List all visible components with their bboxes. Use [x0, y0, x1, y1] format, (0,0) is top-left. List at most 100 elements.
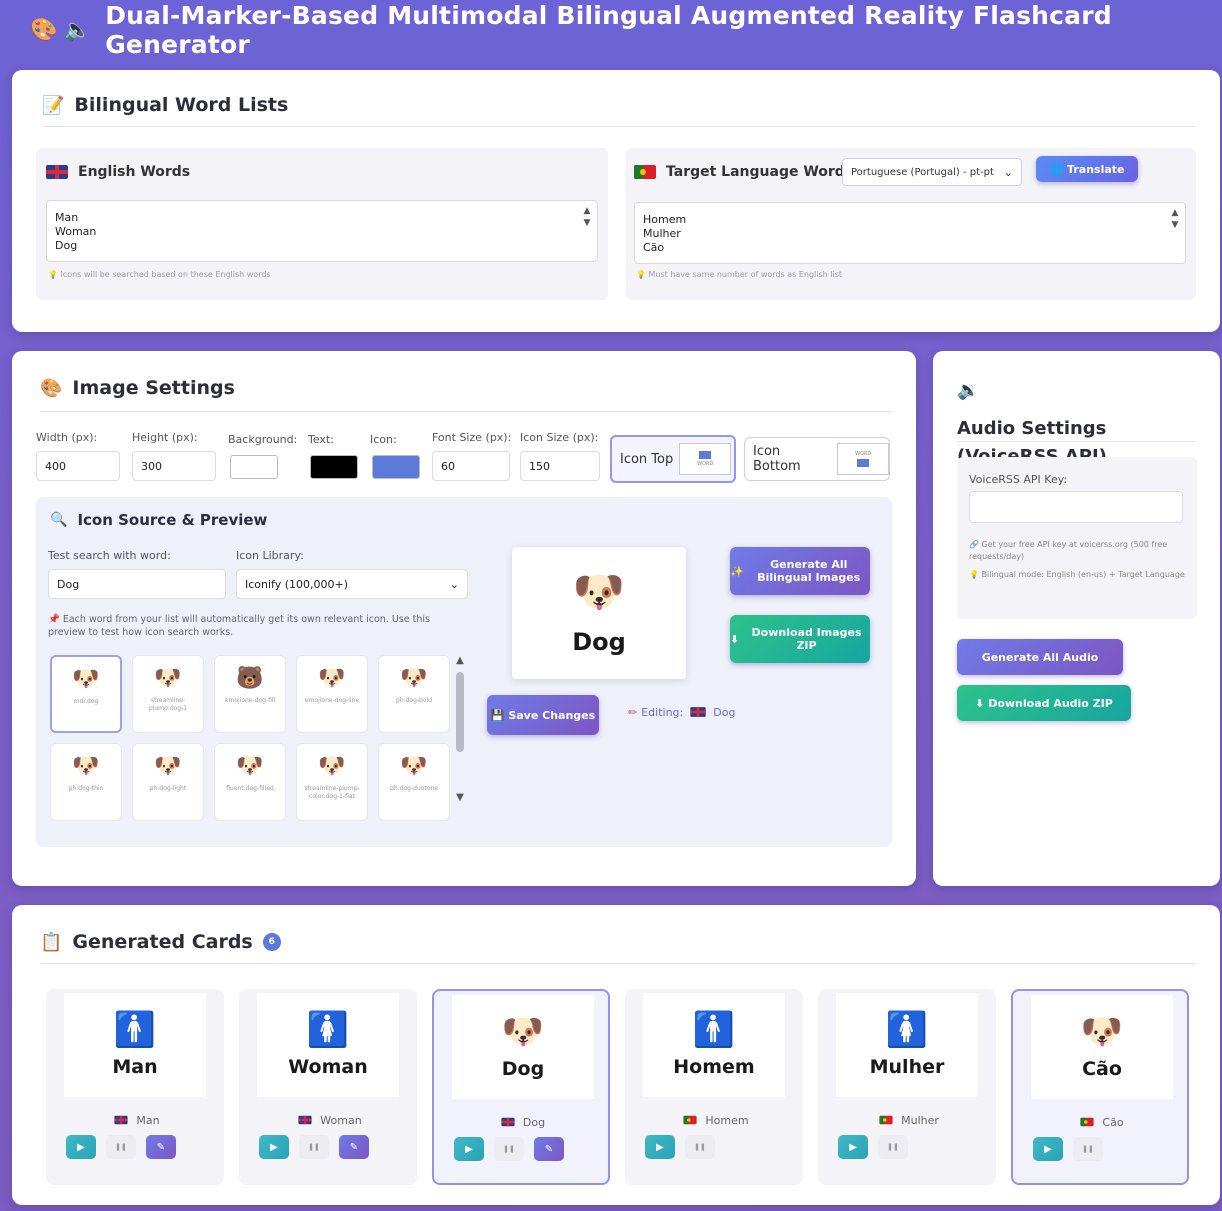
bilingual-note: 💡 Bilingual mode: English (en-us) + Targ…: [969, 569, 1187, 581]
pause-icon: ❚❚: [308, 1143, 320, 1151]
pt-flag-icon: [1080, 1117, 1095, 1127]
download-audio-label: Download Audio ZIP: [988, 696, 1113, 710]
flashcard[interactable]: 🐶 Cão Cão ▶ ❚❚: [1011, 989, 1189, 1185]
app-header: 🎨 🔈 Dual-Marker-Based Multimodal Bilingu…: [0, 0, 1222, 60]
icon-result[interactable]: 🐻 emojione-dog-fill: [214, 655, 286, 733]
api-key-input[interactable]: [969, 491, 1183, 523]
bilingual-note-text: Bilingual mode: English (en-us) + Target…: [981, 570, 1185, 579]
dog-icon: 🐶: [318, 666, 346, 691]
textarea-scrollbar[interactable]: ▲ ▼: [1169, 207, 1181, 231]
generate-images-button[interactable]: ✨ Generate All Bilingual Images: [730, 547, 870, 595]
translate-button[interactable]: 🌐 Translate: [1036, 156, 1138, 182]
text-color-picker[interactable]: [310, 455, 358, 479]
play-audio-button[interactable]: ▶: [838, 1135, 868, 1159]
english-word: Man: [55, 211, 79, 224]
scroll-thumb[interactable]: [456, 672, 464, 752]
icon-color-label: Icon:: [370, 433, 397, 446]
edit-card-button[interactable]: ✎: [339, 1135, 369, 1159]
icon-result-caption: streamline-plump-color:dog-1-flat: [304, 785, 360, 800]
download-icon: ⬇: [975, 696, 989, 710]
download-audio-button[interactable]: ⬇ Download Audio ZIP: [957, 685, 1131, 721]
icon-color-picker[interactable]: [372, 455, 420, 479]
play-audio-button[interactable]: ▶: [259, 1135, 289, 1159]
flashcard[interactable]: 🐶 Dog Dog ▶ ❚❚ ✎: [432, 989, 610, 1185]
play-audio-button[interactable]: ▶: [1033, 1137, 1063, 1161]
icon-result[interactable]: 🐶 ph:dog-bold: [378, 655, 450, 733]
floppy-icon: 💾: [490, 708, 509, 722]
english-words-textarea[interactable]: Man Woman Dog ▲ ▼: [46, 200, 598, 262]
preview-image: 🐶 Dog: [512, 547, 686, 679]
download-images-button[interactable]: ⬇ Download Images ZIP: [730, 615, 870, 663]
icon-result[interactable]: 🐶 ph:dog-duotone: [378, 743, 450, 821]
layout-icon-top[interactable]: Icon Top WORD: [610, 435, 736, 483]
font-size-input[interactable]: 60: [432, 451, 510, 481]
test-search-input[interactable]: Dog: [48, 569, 226, 599]
chevron-down-icon: ⌄: [449, 577, 459, 591]
header-icons: 🎨 🔈: [30, 18, 91, 43]
textarea-scrollbar[interactable]: ▲ ▼: [581, 205, 593, 229]
dog-icon: 🐶: [400, 666, 428, 691]
icon-result-caption: ph:dog-light: [149, 785, 187, 792]
flashcard-word: Mulher: [869, 1056, 945, 1078]
flashcard[interactable]: 🚹 Man Man ▶ ❚❚ ✎: [46, 989, 224, 1185]
audio-status-button[interactable]: ❚❚: [685, 1135, 715, 1159]
target-panel: Target Language Words Portuguese (Portug…: [626, 148, 1196, 300]
uk-flag-icon: [298, 1115, 312, 1125]
flashcard[interactable]: 🚹 Homem Homem ▶ ❚❚: [625, 989, 803, 1185]
pencil-icon: ✎: [544, 1143, 554, 1155]
generate-audio-button[interactable]: Generate All Audio: [957, 639, 1123, 675]
width-input[interactable]: 400: [36, 451, 120, 481]
audio-status-button[interactable]: ❚❚: [299, 1135, 329, 1159]
icon-result[interactable]: 🐶 mdi:dog: [50, 655, 122, 733]
scroll-up-icon[interactable]: ▲: [454, 655, 466, 666]
edit-card-button[interactable]: ✎: [534, 1137, 564, 1161]
icon-library-value: Iconify (100,000+): [245, 577, 349, 591]
icon-result[interactable]: 🐶 emojione-dog-line: [296, 655, 368, 733]
layout-icon-bottom[interactable]: Icon Bottom WORD: [744, 437, 890, 481]
audio-status-button[interactable]: ❚❚: [1073, 1137, 1103, 1161]
dog-icon: 🐻: [236, 666, 264, 691]
icon-results-scrollbar[interactable]: ▲ ▼: [454, 655, 466, 825]
icon-source-title: 🔍 Icon Source & Preview: [50, 511, 267, 529]
palette-icon: 🎨: [40, 377, 63, 399]
api-key-panel: VoiceRSS API Key: 🔗 Get your free API ke…: [957, 457, 1197, 619]
icon-result[interactable]: 🐶 streamline-plump-color:dog-1-flat: [296, 743, 368, 821]
flashcard[interactable]: 🚺 Woman Woman ▶ ❚❚ ✎: [239, 989, 417, 1185]
flashcard-word: Woman: [288, 1056, 368, 1078]
icon-result-caption: ph:dog-bold: [395, 697, 433, 704]
flashcard-image: 🚹 Man: [64, 993, 206, 1097]
generate-images-label: Generate All Bilingual Images: [757, 558, 861, 584]
icon-result[interactable]: 🐶 fluent:dog-filled: [214, 743, 286, 821]
thumb-word: WORD: [855, 451, 872, 457]
icon-size-input[interactable]: 150: [520, 451, 600, 481]
play-audio-button[interactable]: ▶: [66, 1135, 96, 1159]
background-color-picker[interactable]: [230, 455, 278, 479]
audio-status-button[interactable]: ❚❚: [106, 1135, 136, 1159]
flashcard-image: 🚺 Mulher: [836, 993, 978, 1097]
icon-result[interactable]: 🐶 streamline-plump:dog-1: [132, 655, 204, 733]
flashcard-label: Mulher: [818, 1113, 996, 1127]
audio-status-button[interactable]: ❚❚: [878, 1135, 908, 1159]
dog-icon: 🐶: [318, 754, 346, 779]
height-input[interactable]: 300: [132, 451, 216, 481]
generated-cards-card: 📋 Generated Cards 6 🚹 Man Man ▶ ❚❚ ✎ 🚺 Woman Wom…: [12, 905, 1220, 1205]
flashcard-label-text: Man: [136, 1113, 160, 1127]
icon-results-grid: 🐶 mdi:dog 🐶 streamline-plump:dog-1 🐻 emojione…: [50, 655, 450, 835]
icon-result[interactable]: 🐶 ph:dog-light: [132, 743, 204, 821]
play-audio-button[interactable]: ▶: [454, 1137, 484, 1161]
flashcard-word: Homem: [673, 1056, 755, 1078]
audio-status-button[interactable]: ❚❚: [494, 1137, 524, 1161]
icon-library-select[interactable]: Iconify (100,000+) ⌄: [236, 569, 468, 599]
dog-icon: 🐶: [1080, 1012, 1124, 1052]
target-hint-text: Must have same number of words as Englis…: [648, 270, 843, 279]
flashcard-label: Cão: [1013, 1115, 1187, 1129]
play-audio-button[interactable]: ▶: [645, 1135, 675, 1159]
target-words-textarea[interactable]: Homem Mulher Cão ▲ ▼: [634, 202, 1186, 264]
language-select[interactable]: Portuguese (Portugal) - pt-pt ⌄: [842, 158, 1022, 186]
save-changes-button[interactable]: 💾 Save Changes: [487, 695, 599, 735]
icon-result[interactable]: 🐶 ph:dog-thin: [50, 743, 122, 821]
edit-card-button[interactable]: ✎: [146, 1135, 176, 1159]
flashcard[interactable]: 🚺 Mulher Mulher ▶ ❚❚: [818, 989, 996, 1185]
scroll-down-icon[interactable]: ▼: [454, 792, 466, 803]
translate-label: Translate: [1067, 162, 1125, 176]
